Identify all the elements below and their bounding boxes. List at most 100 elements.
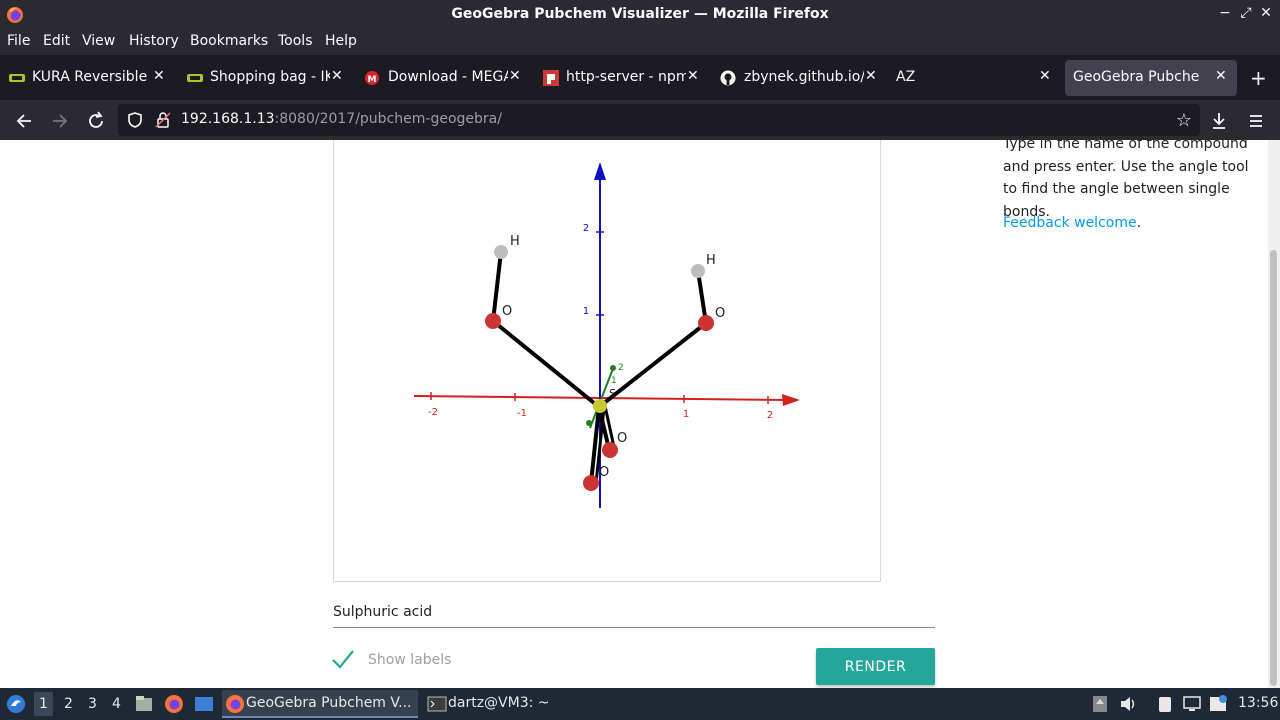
- molecule-3d-view[interactable]: -2 -1 1 2 2 1 2 1 H O H O S O O: [334, 140, 882, 582]
- menu-help[interactable]: Help: [325, 33, 357, 49]
- bookmark-star-icon[interactable]: ☆: [1176, 110, 1192, 131]
- tab-zbynek-github[interactable]: zbynek.github.io/p ✕: [712, 60, 884, 96]
- desktop-icon[interactable]: [194, 694, 214, 714]
- url-text[interactable]: 192.168.1.13:8080/2017/pubchem-geogebra/: [181, 111, 502, 127]
- download-icon: [1213, 113, 1225, 129]
- x-axis-arrow: [782, 394, 800, 406]
- atom-label: O: [617, 431, 627, 446]
- close-tab-icon[interactable]: ✕: [1039, 68, 1051, 84]
- close-tab-icon[interactable]: ✕: [1215, 68, 1227, 84]
- atom-label: H: [510, 234, 520, 249]
- navigation-bar: 192.168.1.13:8080/2017/pubchem-geogebra/…: [0, 100, 1280, 140]
- z-axis-arrow: [586, 420, 592, 426]
- task-terminal[interactable]: dartz@VM3: ~: [424, 690, 584, 718]
- window-titlebar: GeoGebra Pubchem Visualizer — Mozilla Fi…: [0, 0, 1280, 30]
- z-tick-label: 1: [611, 376, 617, 386]
- atom-oxygen[interactable]: [583, 475, 599, 491]
- github-icon: [720, 70, 736, 86]
- compound-name-input[interactable]: [333, 588, 935, 628]
- tab-geogebra-active[interactable]: GeoGebra Pubchem V ✕: [1065, 60, 1237, 96]
- tray-updates-icon[interactable]: [1090, 694, 1110, 714]
- geogebra-applet[interactable]: -2 -1 1 2 2 1 2 1 H O H O S O O: [333, 140, 881, 582]
- atom-oxygen[interactable]: [485, 313, 501, 329]
- atom-oxygen[interactable]: [698, 315, 714, 331]
- y-tick-label: 2: [583, 223, 589, 234]
- reload-button[interactable]: [85, 110, 107, 132]
- tab-label: http-server - npm: [566, 69, 686, 85]
- taskbar: 1 2 3 4 GeoGebra Pubchem V... dartz@VM3:…: [0, 688, 1280, 720]
- back-button[interactable]: [13, 110, 35, 132]
- z-tick-label: 2: [618, 363, 624, 373]
- tab-label: Download - MEGA: [388, 69, 508, 85]
- close-tab-icon[interactable]: ✕: [331, 68, 343, 84]
- tab-az[interactable]: AZ ✕: [890, 60, 1060, 96]
- menu-tools[interactable]: Tools: [278, 33, 313, 49]
- menu-edit[interactable]: Edit: [43, 33, 70, 49]
- feedback-link[interactable]: Feedback welcome: [1003, 215, 1137, 231]
- feedback-paragraph: Feedback welcome.: [1003, 215, 1141, 231]
- atom-label: H: [706, 253, 716, 268]
- tab-kura[interactable]: KURA Reversible b ✕: [0, 60, 172, 96]
- forward-button[interactable]: [49, 110, 71, 132]
- menu-bookmarks[interactable]: Bookmarks: [190, 33, 268, 49]
- downloads-button[interactable]: [1208, 110, 1230, 132]
- ikea-icon: [187, 74, 203, 82]
- atom-label: O: [502, 304, 512, 319]
- atom-label: O: [599, 465, 609, 480]
- atom-oxygen[interactable]: [602, 442, 618, 458]
- lock-insecure-icon[interactable]: [154, 111, 172, 129]
- page-scrollbar[interactable]: [1268, 140, 1280, 688]
- mega-icon: M: [365, 71, 379, 85]
- tab-label: AZ: [896, 69, 916, 85]
- tab-mega[interactable]: M Download - MEGA ✕: [356, 60, 528, 96]
- show-labels-label[interactable]: Show labels: [368, 652, 451, 668]
- workspace-3[interactable]: 3: [88, 696, 97, 712]
- bond: [491, 319, 601, 409]
- volume-icon[interactable]: [1118, 694, 1138, 714]
- tab-http-server[interactable]: http-server - npm ✕: [534, 60, 706, 96]
- shield-icon[interactable]: [126, 111, 144, 129]
- address-bar[interactable]: 192.168.1.13:8080/2017/pubchem-geogebra/…: [118, 104, 1200, 136]
- notification-icon[interactable]: [1208, 694, 1228, 714]
- clipboard-icon[interactable]: [1155, 694, 1175, 714]
- workspace-1[interactable]: 1: [34, 692, 53, 716]
- close-window-button[interactable]: ✕: [1257, 5, 1275, 21]
- atom-hydrogen[interactable]: [691, 264, 705, 278]
- tab-label: KURA Reversible b: [32, 69, 152, 85]
- maximize-button[interactable]: ⤢: [1237, 5, 1255, 21]
- task-firefox[interactable]: GeoGebra Pubchem V...: [222, 690, 418, 718]
- svg-text:M: M: [368, 75, 377, 85]
- render-button[interactable]: RENDER: [816, 648, 935, 685]
- firefox-icon[interactable]: [164, 694, 184, 714]
- close-tab-icon[interactable]: ✕: [865, 68, 877, 84]
- atom-sulfur[interactable]: [593, 399, 607, 413]
- close-tab-icon[interactable]: ✕: [687, 68, 699, 84]
- new-tab-button[interactable]: +: [1250, 66, 1267, 90]
- reload-icon: [89, 111, 103, 128]
- task-label: dartz@VM3: ~: [448, 695, 550, 711]
- file-manager-icon[interactable]: [134, 694, 154, 714]
- scrollbar-thumb[interactable]: [1270, 250, 1277, 686]
- workspace-4[interactable]: 4: [112, 696, 121, 712]
- tab-label: Shopping bag - IK: [210, 69, 330, 85]
- atom-hydrogen[interactable]: [494, 245, 508, 259]
- workspace-2[interactable]: 2: [64, 696, 73, 712]
- menu-view[interactable]: View: [82, 33, 115, 49]
- close-tab-icon[interactable]: ✕: [509, 68, 521, 84]
- x-tick-label: 1: [683, 409, 689, 420]
- firefox-icon: [226, 695, 244, 713]
- network-icon[interactable]: [1182, 694, 1202, 714]
- x-tick-label: -2: [428, 407, 438, 418]
- menu-file[interactable]: File: [7, 33, 30, 49]
- hamburger-menu-icon: [1250, 115, 1262, 127]
- z-axis-arrow: [610, 365, 616, 371]
- arrow-right-icon: [53, 114, 68, 128]
- atom-label: O: [715, 306, 725, 321]
- close-tab-icon[interactable]: ✕: [153, 68, 165, 84]
- start-menu-icon[interactable]: [6, 694, 26, 714]
- tab-shopping-bag[interactable]: Shopping bag - IK ✕: [178, 60, 350, 96]
- minimize-button[interactable]: −: [1216, 5, 1234, 21]
- show-labels-checkbox[interactable]: [331, 648, 355, 672]
- menu-history[interactable]: History: [129, 33, 179, 49]
- app-menu-button[interactable]: [1245, 110, 1267, 132]
